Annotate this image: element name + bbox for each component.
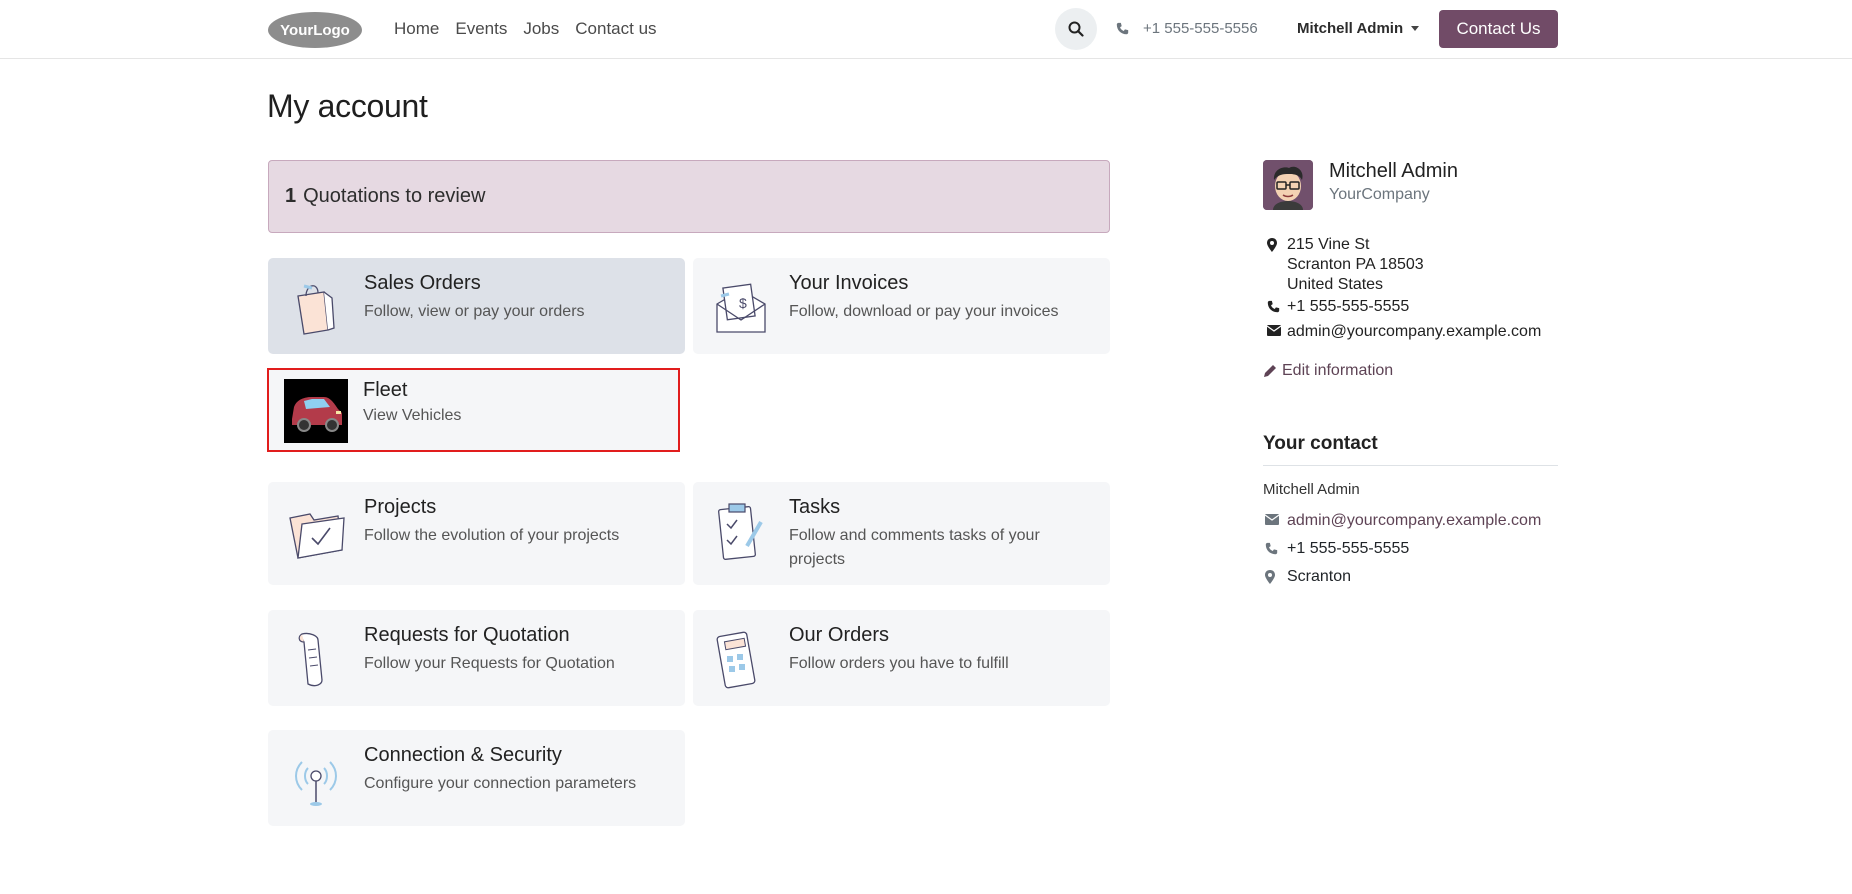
profile-company: YourCompany bbox=[1329, 186, 1430, 203]
card-description: Follow, view or pay your orders bbox=[364, 303, 585, 320]
address-street: 215 Vine St bbox=[1287, 236, 1370, 253]
contact-details: admin@yourcompany.example.com +1 555-555… bbox=[1263, 510, 1541, 594]
profile-address-block: 215 Vine St Scranton PA 18503 United Sta… bbox=[1263, 235, 1541, 342]
phone-icon bbox=[1267, 300, 1280, 313]
card-description: View Vehicles bbox=[363, 407, 462, 424]
card-title: Requests for Quotation bbox=[364, 624, 570, 646]
svg-text:$: $ bbox=[739, 295, 747, 311]
contact-city: Scranton bbox=[1287, 568, 1352, 585]
card-title: Projects bbox=[364, 496, 437, 518]
card-projects[interactable]: Projects Follow the evolution of your pr… bbox=[268, 482, 685, 585]
user-menu-dropdown[interactable]: Mitchell Admin bbox=[1297, 20, 1420, 37]
card-fleet[interactable]: Fleet View Vehicles bbox=[267, 368, 680, 452]
card-description: Follow, download or pay your invoices bbox=[789, 303, 1059, 320]
folder-check-icon bbox=[289, 513, 345, 559]
antenna-icon bbox=[295, 761, 337, 806]
main-nav: Home Events Jobs Contact us bbox=[394, 19, 657, 39]
search-button[interactable] bbox=[1055, 8, 1097, 50]
contact-phone: +1 555-555-5555 bbox=[1287, 540, 1410, 557]
car-icon bbox=[284, 379, 348, 443]
nav-contact-us[interactable]: Contact us bbox=[575, 19, 656, 39]
card-requests-for-quotation[interactable]: Requests for Quotation Follow your Reque… bbox=[268, 610, 685, 706]
site-header: YourLogo Home Events Jobs Contact us +1 … bbox=[0, 0, 1852, 59]
address-line: 215 Vine St bbox=[1263, 235, 1541, 255]
card-title: Fleet bbox=[363, 379, 408, 401]
quotations-alert[interactable]: 1 Quotations to review bbox=[268, 160, 1110, 233]
card-title: Our Orders bbox=[789, 624, 890, 646]
card-our-orders[interactable]: Our Orders Follow orders you have to ful… bbox=[693, 610, 1110, 706]
card-description: Follow and comments tasks of your projec… bbox=[789, 527, 1040, 568]
shopping-bag-icon bbox=[297, 284, 335, 335]
address-country: United States bbox=[1287, 276, 1384, 293]
card-tasks[interactable]: Tasks Follow and comments tasks of your … bbox=[693, 482, 1110, 585]
card-your-invoices[interactable]: $ Your Invoices Follow, download or pay … bbox=[693, 258, 1110, 354]
card-description: Follow orders you have to fulfill bbox=[789, 655, 1009, 672]
scroll-icon bbox=[298, 632, 323, 687]
card-title: Tasks bbox=[789, 496, 841, 518]
phone-line: +1 555-555-5555 bbox=[1263, 297, 1541, 317]
page-title: My account bbox=[267, 88, 428, 124]
card-sales-orders[interactable]: Sales Orders Follow, view or pay your or… bbox=[268, 258, 685, 354]
card-title: Connection & Security bbox=[364, 744, 562, 766]
svg-text:YourLogo: YourLogo bbox=[280, 22, 350, 39]
envelope-icon bbox=[1265, 514, 1279, 525]
your-contact-heading: Your contact bbox=[1263, 433, 1558, 466]
contact-email-row[interactable]: admin@yourcompany.example.com bbox=[1263, 510, 1541, 538]
profile-name: Mitchell Admin bbox=[1329, 160, 1458, 182]
contact-phone-row: +1 555-555-5555 bbox=[1263, 538, 1541, 566]
address-line: Scranton PA 18503 bbox=[1263, 255, 1541, 275]
card-title: Sales Orders bbox=[364, 272, 481, 294]
contact-city-row: Scranton bbox=[1263, 566, 1541, 594]
contact-name: Mitchell Admin bbox=[1263, 481, 1360, 498]
address-city: Scranton PA 18503 bbox=[1287, 256, 1424, 273]
header-phone-number: +1 555-555-5556 bbox=[1143, 20, 1258, 37]
edit-information-label: Edit information bbox=[1282, 362, 1394, 379]
invoice-envelope-icon: $ bbox=[716, 283, 766, 333]
nav-jobs[interactable]: Jobs bbox=[523, 19, 559, 39]
company-logo[interactable]: YourLogo bbox=[267, 11, 363, 49]
contact-email[interactable]: admin@yourcompany.example.com bbox=[1287, 512, 1541, 529]
phone-icon bbox=[1116, 22, 1129, 35]
phone-icon bbox=[1265, 542, 1278, 555]
profile-email: admin@yourcompany.example.com bbox=[1287, 323, 1542, 340]
card-description: Follow your Requests for Quotation bbox=[364, 655, 615, 672]
map-marker-icon bbox=[1265, 570, 1275, 584]
nav-events[interactable]: Events bbox=[455, 19, 507, 39]
envelope-icon bbox=[1267, 325, 1281, 336]
profile-phone: +1 555-555-5555 bbox=[1287, 298, 1410, 315]
pencil-icon bbox=[1264, 365, 1276, 377]
header-phone[interactable]: +1 555-555-5556 bbox=[1116, 20, 1258, 37]
user-name: Mitchell Admin bbox=[1297, 20, 1404, 37]
card-connection-security[interactable]: Connection & Security Configure your con… bbox=[268, 730, 685, 826]
card-description: Follow the evolution of your projects bbox=[364, 527, 620, 544]
email-line: admin@yourcompany.example.com bbox=[1263, 322, 1541, 342]
quotations-text: Quotations to review bbox=[303, 185, 486, 207]
map-marker-icon bbox=[1267, 238, 1277, 252]
calculator-icon bbox=[716, 631, 756, 689]
clipboard-check-icon bbox=[718, 503, 763, 560]
address-line: United States bbox=[1263, 275, 1541, 295]
card-title: Your Invoices bbox=[789, 272, 909, 294]
edit-information-link[interactable]: Edit information bbox=[1263, 362, 1393, 380]
card-description: Configure your connection parameters bbox=[364, 775, 637, 792]
contact-us-button[interactable]: Contact Us bbox=[1439, 10, 1558, 48]
search-icon bbox=[1068, 21, 1084, 37]
quotations-count: 1 bbox=[285, 185, 297, 207]
nav-home[interactable]: Home bbox=[394, 19, 439, 39]
caret-down-icon bbox=[1411, 26, 1420, 31]
avatar bbox=[1263, 160, 1313, 210]
